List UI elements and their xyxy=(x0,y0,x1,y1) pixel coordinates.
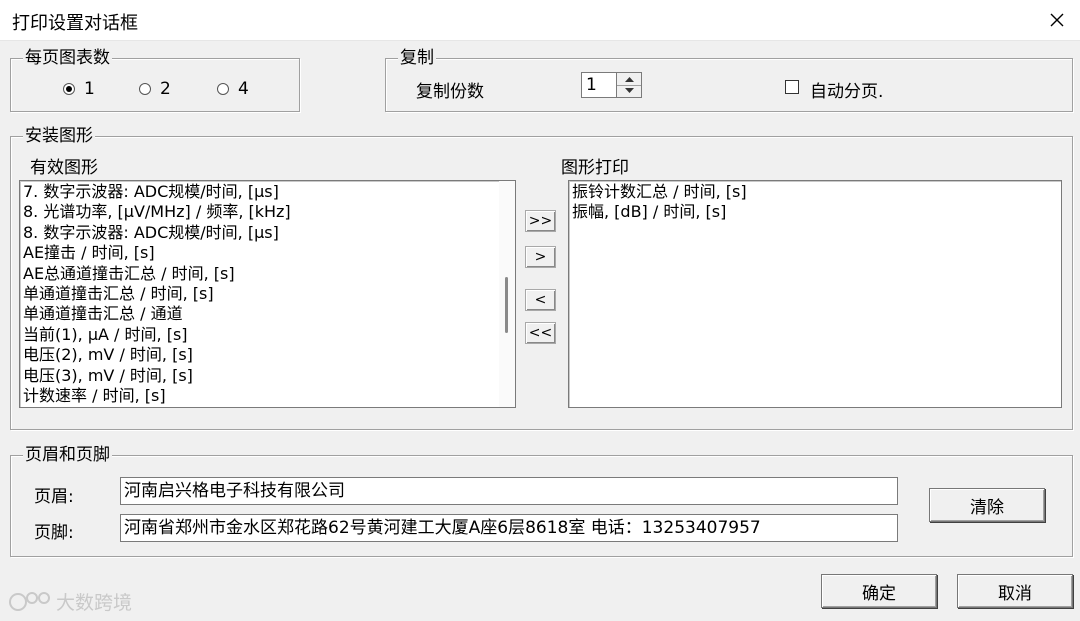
list-item[interactable]: AE总通道撞击汇总 / 时间, [s] xyxy=(20,264,515,284)
charts-per-page-group: 每页图表数 1 2 4 xyxy=(10,48,300,112)
install-graphs-legend: 安装图形 xyxy=(23,126,95,146)
radio-label: 4 xyxy=(238,79,249,99)
brand-logo-icon xyxy=(9,591,50,611)
header-input[interactable]: 河南启兴格电子科技有限公司 xyxy=(120,477,898,505)
radio-1-page[interactable]: 1 xyxy=(63,79,95,99)
list-item[interactable]: 电压(3), mV / 时间, [s] xyxy=(20,366,515,386)
footer-input[interactable]: 河南省郑州市金水区郑花路62号黄河建工大厦A座6层8618室 电话：132534… xyxy=(120,514,898,542)
copy-group: 复制 xyxy=(385,48,1073,112)
radio-indicator xyxy=(139,83,151,95)
auto-paging-checkbox[interactable] xyxy=(785,80,799,94)
header-footer-legend: 页眉和页脚 xyxy=(23,445,112,465)
radio-indicator xyxy=(217,83,229,95)
ok-button[interactable]: 确定 xyxy=(821,574,937,608)
print-graphs-list[interactable]: 振铃计数汇总 / 时间, [s] 振幅, [dB] / 时间, [s] xyxy=(568,180,1062,408)
list-item[interactable]: 8. 数字示波器: ADC规模/时间, [μs] xyxy=(20,223,515,243)
list-item[interactable]: 电压(2), mV / 时间, [s] xyxy=(20,345,515,365)
list-item[interactable]: 单通道撞击汇总 / 通道 xyxy=(20,304,515,324)
spin-down-button[interactable] xyxy=(617,85,641,97)
available-graphs-list[interactable]: 7. 数字示波器: ADC规模/时间, [μs] 8. 光谱功率, [μV/MHz… xyxy=(19,180,516,408)
list-item[interactable]: 振铃计数汇总 / 时间, [s] xyxy=(569,182,1061,202)
radio-label: 1 xyxy=(84,79,95,99)
header-label: 页眉: xyxy=(34,487,74,507)
cancel-button[interactable]: 取消 xyxy=(957,574,1073,608)
close-button[interactable] xyxy=(1034,0,1080,40)
radio-label: 2 xyxy=(160,79,171,99)
chevron-down-icon xyxy=(624,88,634,93)
radio-indicator xyxy=(63,83,75,95)
copies-input[interactable]: 1 xyxy=(581,72,617,98)
copies-spinner xyxy=(616,72,642,98)
list-item[interactable]: 7. 数字示波器: ADC规模/时间, [μs] xyxy=(20,182,515,202)
watermark-text: 大数跨境 xyxy=(56,592,133,614)
list-item[interactable]: AE撞击 / 时间, [s] xyxy=(20,243,515,263)
copies-label: 复制份数 xyxy=(416,82,484,102)
add-all-button[interactable]: >> xyxy=(525,210,556,232)
remove-button[interactable]: < xyxy=(525,289,556,311)
footer-label: 页脚: xyxy=(34,523,74,543)
radio-2-page[interactable]: 2 xyxy=(139,79,171,99)
add-button[interactable]: > xyxy=(525,246,556,268)
radio-4-page[interactable]: 4 xyxy=(217,79,249,99)
copy-legend: 复制 xyxy=(398,48,436,68)
available-graphs-label: 有效图形 xyxy=(30,158,98,178)
print-graphs-label: 图形打印 xyxy=(561,158,629,178)
title-bar: 打印设置对话框 xyxy=(0,0,1080,41)
charts-per-page-legend: 每页图表数 xyxy=(23,48,112,68)
chevron-up-icon xyxy=(624,77,634,82)
list-item[interactable]: 8. 光谱功率, [μV/MHz] / 频率, [kHz] xyxy=(20,202,515,222)
window-title: 打印设置对话框 xyxy=(12,13,138,34)
list-item[interactable]: 当前(1), μA / 时间, [s] xyxy=(20,325,515,345)
remove-all-button[interactable]: << xyxy=(525,322,556,344)
list-item[interactable]: 振幅, [dB] / 时间, [s] xyxy=(569,202,1061,222)
list-item[interactable]: 单通道撞击汇总 / 时间, [s] xyxy=(20,284,515,304)
scrollbar-thumb[interactable] xyxy=(505,277,508,333)
list-item[interactable]: 计数速率 / 时间, [s] xyxy=(20,386,515,406)
auto-paging-label: 自动分页. xyxy=(810,82,884,102)
close-icon xyxy=(1050,13,1064,27)
clear-button[interactable]: 清除 xyxy=(929,488,1045,522)
watermark: 大数跨境 xyxy=(8,588,132,615)
scrollbar[interactable] xyxy=(499,181,515,407)
